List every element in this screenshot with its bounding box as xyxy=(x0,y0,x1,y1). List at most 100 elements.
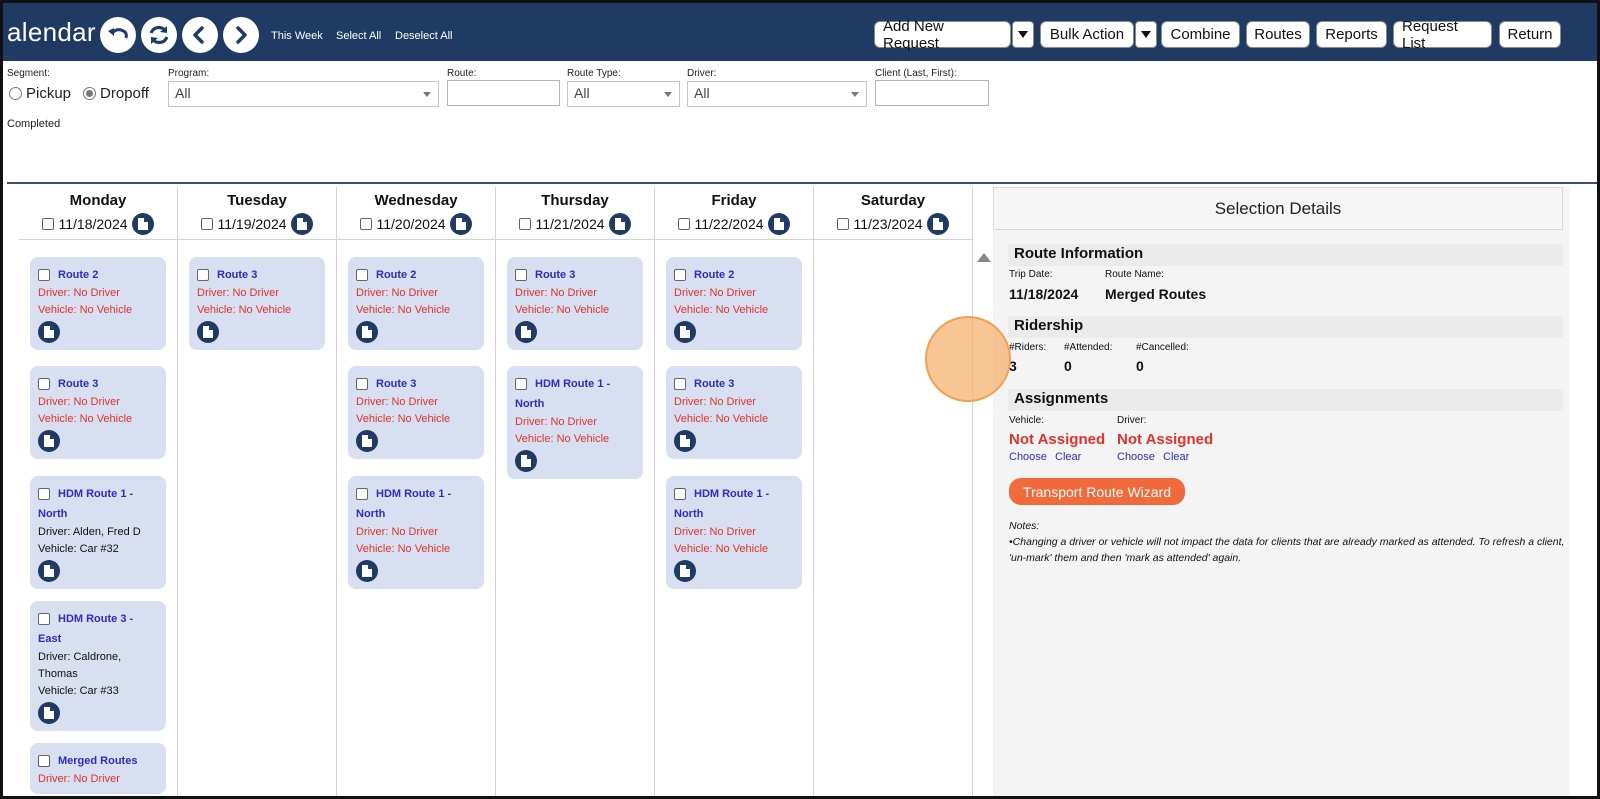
route-select-checkbox[interactable] xyxy=(38,269,50,281)
vehicle-choose-link[interactable]: Choose xyxy=(1009,451,1047,463)
document-icon[interactable] xyxy=(38,430,60,452)
route-select-checkbox[interactable] xyxy=(356,488,368,500)
route-name[interactable]: HDM Route 1 - xyxy=(694,484,769,504)
bulk-action-dropdown-icon[interactable] xyxy=(1135,21,1157,48)
routes-button[interactable]: Routes xyxy=(1246,21,1310,48)
route-select-checkbox[interactable] xyxy=(674,488,686,500)
day-date: 11/22/2024 xyxy=(694,216,764,232)
day-select-checkbox[interactable] xyxy=(201,218,214,230)
document-icon[interactable] xyxy=(290,213,313,235)
route-card[interactable]: Route 3 Driver: No Driver Vehicle: No Vehi… xyxy=(507,257,643,350)
combine-button[interactable]: Combine xyxy=(1161,21,1240,48)
route-name[interactable]: HDM Route 1 - xyxy=(535,374,610,394)
route-name[interactable]: Route 3 xyxy=(694,374,734,394)
document-icon[interactable] xyxy=(674,430,696,452)
route-select-checkbox[interactable] xyxy=(515,378,527,390)
route-card[interactable]: Route 2 Driver: No Driver Vehicle: No Vehi… xyxy=(348,257,484,350)
document-icon[interactable] xyxy=(515,450,537,472)
route-name[interactable]: Merged Routes xyxy=(58,751,137,771)
return-button[interactable]: Return xyxy=(1499,21,1561,48)
refresh-icon[interactable] xyxy=(141,17,177,53)
route-name[interactable]: Route 3 xyxy=(58,374,98,394)
route-card[interactable]: Route 2 Driver: No Driver Vehicle: No Vehi… xyxy=(666,257,802,350)
document-icon[interactable] xyxy=(674,321,696,343)
select-all-link[interactable]: Select All xyxy=(336,30,381,42)
dropoff-radio[interactable] xyxy=(83,87,97,100)
previous-week-icon[interactable] xyxy=(182,17,218,53)
route-select-checkbox[interactable] xyxy=(38,755,50,767)
route-type-select[interactable]: All xyxy=(567,81,680,107)
route-card[interactable]: Merged Routes Driver: No Driver xyxy=(30,743,166,794)
document-icon[interactable] xyxy=(449,213,472,235)
route-select-checkbox[interactable] xyxy=(674,269,686,281)
vehicle-clear-link[interactable]: Clear xyxy=(1055,451,1081,463)
route-name[interactable]: Route 3 xyxy=(535,265,575,285)
document-icon[interactable] xyxy=(197,321,219,343)
route-name[interactable]: HDM Route 3 - xyxy=(58,609,133,629)
next-week-icon[interactable] xyxy=(223,17,259,53)
route-name[interactable]: HDM Route 1 - xyxy=(58,484,133,504)
route-select-checkbox[interactable] xyxy=(356,378,368,390)
day-select-checkbox[interactable] xyxy=(678,218,691,230)
document-icon[interactable] xyxy=(38,702,60,724)
route-select-checkbox[interactable] xyxy=(38,378,50,390)
route-card[interactable]: HDM Route 1 - North Driver: No Driver Vehic… xyxy=(507,366,643,479)
route-name[interactable]: Route 3 xyxy=(217,265,257,285)
route-name[interactable]: Route 3 xyxy=(376,374,416,394)
this-week-link[interactable]: This Week xyxy=(271,30,323,42)
route-card[interactable]: Route 3 Driver: No Driver Vehicle: No Vehi… xyxy=(189,257,325,350)
route-select-checkbox[interactable] xyxy=(197,269,209,281)
document-icon[interactable] xyxy=(356,321,378,343)
route-select-checkbox[interactable] xyxy=(356,269,368,281)
request-list-button[interactable]: Request List xyxy=(1393,18,1492,52)
day-select-checkbox[interactable] xyxy=(42,218,55,230)
route-vehicle: Vehicle: Car #32 xyxy=(38,543,119,555)
route-name[interactable]: Route 2 xyxy=(376,265,416,285)
day-select-checkbox[interactable] xyxy=(360,218,373,230)
add-request-dropdown-icon[interactable] xyxy=(1012,21,1034,48)
route-select-checkbox[interactable] xyxy=(38,613,50,625)
document-icon[interactable] xyxy=(38,321,60,343)
route-select-checkbox[interactable] xyxy=(38,488,50,500)
assignments-heading: Assignments xyxy=(1008,389,1563,411)
day-select-checkbox[interactable] xyxy=(519,218,532,230)
route-card[interactable]: HDM Route 3 - East Driver: Caldrone, Thomas… xyxy=(30,601,166,731)
document-icon[interactable] xyxy=(674,560,696,582)
document-icon[interactable] xyxy=(767,213,790,235)
route-card[interactable]: Route 3 Driver: No Driver Vehicle: No Vehi… xyxy=(30,366,166,459)
client-input[interactable] xyxy=(875,80,989,106)
add-new-request-button[interactable]: Add New Request xyxy=(874,18,1011,52)
driver-clear-link[interactable]: Clear xyxy=(1163,451,1189,463)
transport-route-wizard-button[interactable]: Transport Route Wizard xyxy=(1009,478,1185,505)
route-name[interactable]: HDM Route 1 - xyxy=(376,484,451,504)
driver-choose-link[interactable]: Choose xyxy=(1117,451,1155,463)
day-select-checkbox[interactable] xyxy=(837,218,850,230)
reports-button[interactable]: Reports xyxy=(1316,21,1387,48)
document-icon[interactable] xyxy=(356,560,378,582)
document-icon[interactable] xyxy=(608,213,631,235)
route-driver: Driver: No Driver xyxy=(515,287,597,299)
route-card[interactable]: Route 2 Driver: No Driver Vehicle: No Vehi… xyxy=(30,257,166,350)
bulk-action-button[interactable]: Bulk Action xyxy=(1040,21,1134,48)
route-card[interactable]: HDM Route 1 - North Driver: No Driver Vehic… xyxy=(348,476,484,589)
document-icon[interactable] xyxy=(356,430,378,452)
route-input[interactable] xyxy=(447,80,560,106)
program-select[interactable]: All xyxy=(168,81,439,107)
route-name[interactable]: Route 2 xyxy=(58,265,98,285)
document-icon[interactable] xyxy=(131,213,154,235)
route-card[interactable]: Route 3 Driver: No Driver Vehicle: No Vehi… xyxy=(666,366,802,459)
collapse-up-icon[interactable] xyxy=(977,253,991,262)
route-card[interactable]: HDM Route 1 - North Driver: Alden, Fred D V… xyxy=(30,476,166,589)
route-name[interactable]: Route 2 xyxy=(694,265,734,285)
driver-select[interactable]: All xyxy=(687,81,867,107)
route-card[interactable]: Route 3 Driver: No Driver Vehicle: No Vehi… xyxy=(348,366,484,459)
document-icon[interactable] xyxy=(926,213,949,235)
pickup-radio[interactable] xyxy=(9,87,22,100)
deselect-all-link[interactable]: Deselect All xyxy=(395,30,452,42)
document-icon[interactable] xyxy=(38,560,60,582)
route-select-checkbox[interactable] xyxy=(674,378,686,390)
undo-icon[interactable] xyxy=(100,17,136,53)
document-icon[interactable] xyxy=(515,321,537,343)
route-select-checkbox[interactable] xyxy=(515,269,527,281)
route-card[interactable]: HDM Route 1 - North Driver: No Driver Vehic… xyxy=(666,476,802,589)
